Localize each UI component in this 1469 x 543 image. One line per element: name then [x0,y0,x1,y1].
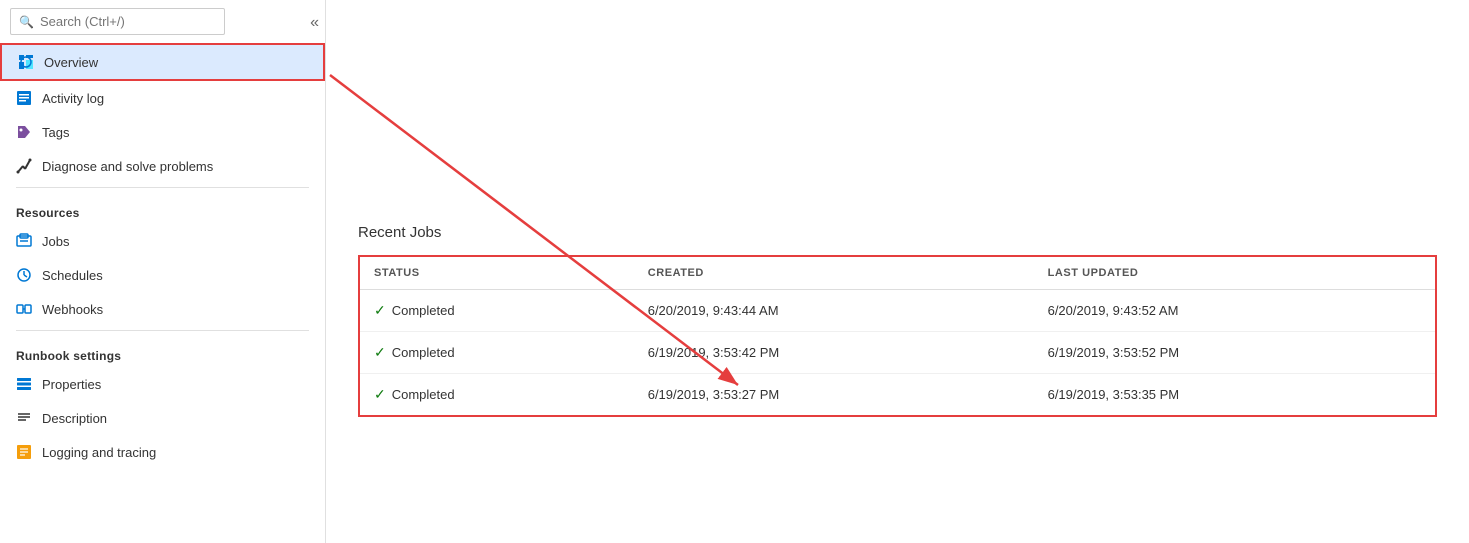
created-cell: 6/19/2019, 3:53:27 PM [634,374,1034,417]
status-cell: ✓ Completed [374,344,620,361]
sidebar-item-tags-label: Tags [42,125,69,140]
sidebar-item-overview-label: Overview [44,55,98,70]
status-label: Completed [392,303,455,318]
webhooks-icon [16,301,32,317]
sidebar-item-activity-log-label: Activity log [42,91,104,106]
recent-jobs-title: Recent Jobs [358,224,1437,241]
status-cell: ✓ Completed [374,386,620,403]
diagnose-icon [16,158,32,174]
sidebar-item-description-label: Description [42,411,107,426]
table-row[interactable]: ✓ Completed 6/19/2019, 3:53:42 PM 6/19/2… [359,332,1436,374]
col-status: STATUS [359,256,634,290]
updated-cell: 6/20/2019, 9:43:52 AM [1034,290,1436,332]
jobs-table: STATUS CREATED LAST UPDATED ✓ Completed … [358,255,1437,417]
status-label: Completed [392,345,455,360]
sidebar-item-webhooks[interactable]: Webhooks [0,292,325,326]
main-content: Recent Jobs STATUS CREATED LAST UPDATED … [326,0,1469,543]
check-icon: ✓ [374,386,386,403]
created-cell: 6/19/2019, 3:53:42 PM [634,332,1034,374]
sidebar-item-tags[interactable]: Tags [0,115,325,149]
updated-cell: 6/19/2019, 3:53:35 PM [1034,374,1436,417]
sidebar-item-logging-label: Logging and tracing [42,445,156,460]
col-last-updated: LAST UPDATED [1034,256,1436,290]
schedules-icon [16,267,32,283]
status-cell: ✓ Completed [374,302,620,319]
search-box[interactable]: 🔍 [10,8,225,35]
sidebar-item-diagnose[interactable]: Diagnose and solve problems [0,149,325,183]
search-icon: 🔍 [19,15,34,29]
sidebar-item-schedules-label: Schedules [42,268,103,283]
section-runbook-settings: Runbook settings [0,335,325,367]
collapse-button[interactable]: « [304,10,325,36]
status-label: Completed [392,387,455,402]
logging-icon [16,444,32,460]
sidebar-item-description[interactable]: Description [0,401,325,435]
search-area: 🔍 « [0,0,325,43]
sidebar-item-properties[interactable]: Properties [0,367,325,401]
section-resources: Resources [0,192,325,224]
updated-cell: 6/19/2019, 3:53:52 PM [1034,332,1436,374]
sidebar-item-schedules[interactable]: Schedules [0,258,325,292]
overview-icon [18,54,34,70]
tags-icon [16,124,32,140]
created-cell: 6/20/2019, 9:43:44 AM [634,290,1034,332]
check-icon: ✓ [374,344,386,361]
divider-resources [16,187,309,188]
sidebar-item-overview[interactable]: Overview [0,43,325,81]
sidebar-item-logging[interactable]: Logging and tracing [0,435,325,469]
search-input[interactable] [40,14,216,29]
activity-log-icon [16,90,32,106]
sidebar-item-properties-label: Properties [42,377,101,392]
check-icon: ✓ [374,302,386,319]
sidebar: 🔍 « Overview [0,0,326,543]
table-row[interactable]: ✓ Completed 6/19/2019, 3:53:27 PM 6/19/2… [359,374,1436,417]
divider-runbook-settings [16,330,309,331]
sidebar-item-activity-log[interactable]: Activity log [0,81,325,115]
sidebar-item-jobs-label: Jobs [42,234,69,249]
description-icon [16,410,32,426]
table-row[interactable]: ✓ Completed 6/20/2019, 9:43:44 AM 6/20/2… [359,290,1436,332]
properties-icon [16,376,32,392]
sidebar-item-jobs[interactable]: Jobs [0,224,325,258]
sidebar-item-webhooks-label: Webhooks [42,302,103,317]
col-created: CREATED [634,256,1034,290]
sidebar-item-diagnose-label: Diagnose and solve problems [42,159,213,174]
jobs-icon [16,233,32,249]
